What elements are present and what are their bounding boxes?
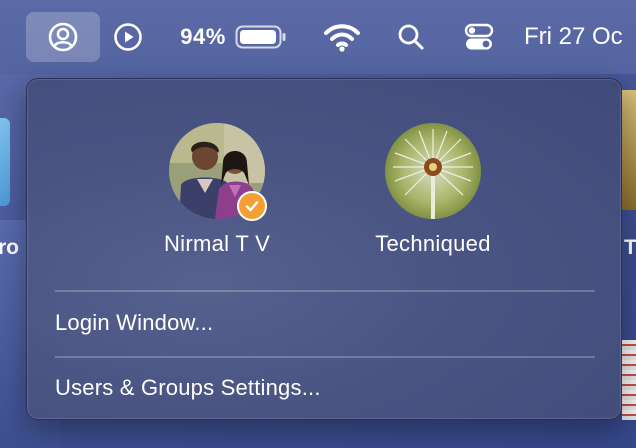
battery-icon <box>235 25 286 49</box>
user-circle-icon <box>48 22 78 52</box>
avatar <box>385 123 481 219</box>
desktop-item-label-right: T <box>624 236 636 259</box>
wifi-icon <box>324 24 360 52</box>
wifi-menu[interactable] <box>318 12 366 62</box>
play-circle-icon <box>114 23 142 51</box>
dandelion-photo <box>385 123 481 219</box>
desktop-item-label-left: ro <box>0 236 19 259</box>
spotlight-search[interactable] <box>388 12 434 62</box>
menu-divider <box>55 356 595 358</box>
desktop-file-thumbnail[interactable] <box>622 90 636 210</box>
menu-divider <box>55 290 595 292</box>
desktop-screenshot-thumbnail[interactable] <box>622 340 636 420</box>
search-icon <box>398 24 424 50</box>
user-name: Nirmal T V <box>163 231 271 256</box>
user-account-techniqued[interactable]: Techniqued <box>353 123 513 257</box>
battery-percentage: 94% <box>180 24 226 49</box>
users-groups-settings-menu-item[interactable]: Users & Groups Settings... <box>55 375 321 401</box>
user-account-nirmal[interactable]: Nirmal T V <box>137 123 297 257</box>
battery-menu[interactable] <box>232 12 290 62</box>
desktop-folder-icon[interactable] <box>0 118 10 206</box>
now-playing-menu[interactable] <box>106 12 150 62</box>
control-center[interactable] <box>456 12 502 62</box>
control-center-icon <box>464 23 494 50</box>
login-window-menu-item[interactable]: Login Window... <box>55 310 213 336</box>
current-user-check-icon <box>237 191 267 221</box>
menu-bar: 94% Fri 27 Oc <box>0 0 636 74</box>
menubar-clock[interactable]: Fri 27 Oc <box>524 12 636 62</box>
avatar <box>169 123 267 221</box>
user-name: Techniqued <box>375 231 491 256</box>
user-menu-extra[interactable] <box>26 12 100 62</box>
user-switcher-popup: Nirmal T V Techniqued Login Window... Us… <box>26 78 622 420</box>
